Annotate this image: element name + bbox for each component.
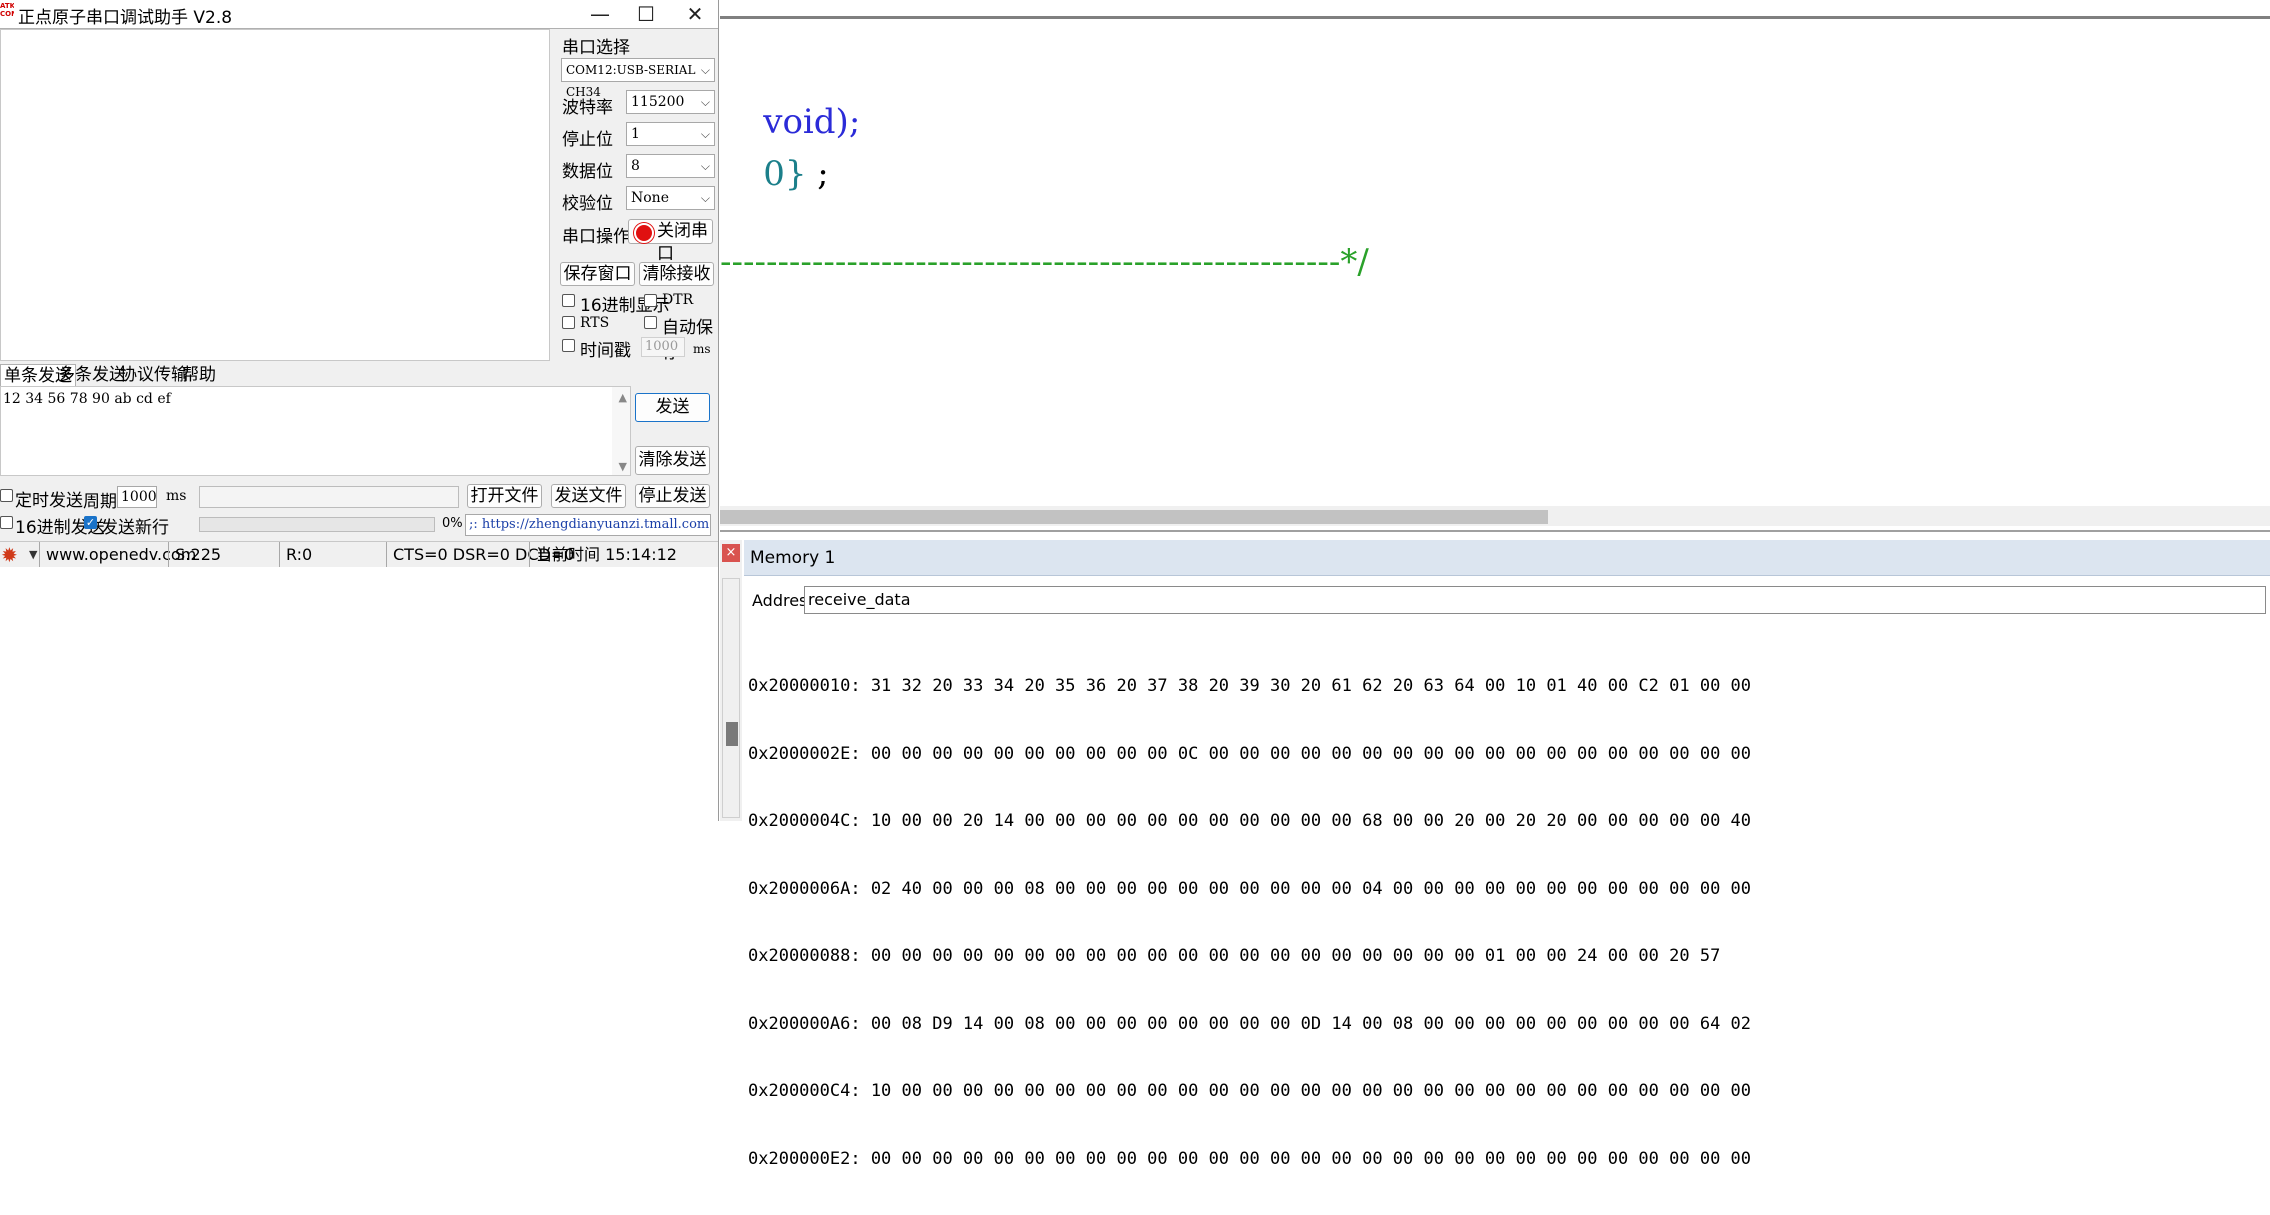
serial-assistant-window: ATK COM 正点原子串口调试助手 V2.8 — ☐ ✕ 串口选择 COM12… bbox=[0, 0, 719, 821]
baud-select[interactable]: 115200 ⌵ bbox=[626, 90, 715, 114]
memory-row: 0x20000088: 00 00 00 00 00 00 00 00 00 0… bbox=[748, 946, 1721, 966]
period-input[interactable]: 1000 bbox=[117, 486, 157, 508]
port-section-label: 串口选择 bbox=[562, 38, 630, 58]
send-text: 12 34 56 78 90 ab cd ef bbox=[3, 391, 171, 407]
dtr-label: DTR bbox=[662, 292, 694, 308]
newline-label: 发送新行 bbox=[101, 518, 169, 538]
timestamp-label: 时间戳 bbox=[580, 341, 631, 361]
editor-scroll-thumb[interactable] bbox=[720, 510, 1548, 524]
title-bar[interactable]: ATK COM 正点原子串口调试助手 V2.8 — ☐ ✕ bbox=[0, 0, 718, 29]
chevron-down-icon: ⌵ bbox=[700, 127, 710, 141]
maximize-icon[interactable]: ☐ bbox=[623, 0, 669, 28]
website-link[interactable]: ;: https://zhengdianyuanzi.tmall.com bbox=[465, 514, 711, 536]
code-punct: ; bbox=[806, 154, 829, 194]
close-port-button[interactable]: 关闭串口 bbox=[628, 219, 713, 264]
status-sent-count: S:225 bbox=[168, 542, 279, 568]
status-received-count: R:0 bbox=[279, 542, 386, 568]
timed-send-checkbox[interactable] bbox=[0, 489, 13, 502]
memory-row: 0x200000E2: 00 00 00 00 00 00 00 00 00 0… bbox=[748, 1148, 1752, 1169]
autosave-checkbox[interactable] bbox=[644, 316, 657, 329]
parity-select[interactable]: None ⌵ bbox=[626, 186, 715, 210]
memory-row: 0x2000004C: 10 00 00 20 14 00 00 00 00 0… bbox=[748, 811, 1752, 831]
scroll-up-icon[interactable]: ▲ bbox=[619, 391, 627, 404]
editor-divider bbox=[720, 530, 2270, 532]
save-window-button[interactable]: 保存窗口 bbox=[560, 262, 635, 286]
send-scrollbar[interactable]: ▲ ▼ bbox=[612, 387, 630, 475]
hex-display-checkbox[interactable] bbox=[562, 294, 575, 307]
memory-row: 0x20000010: 31 32 20 33 34 20 35 36 20 3… bbox=[748, 676, 1752, 696]
app-logo-icon: ATK COM bbox=[0, 2, 14, 18]
send-file-button[interactable]: 发送文件 bbox=[551, 484, 626, 508]
baud-label: 波特率 bbox=[562, 98, 613, 118]
tab-help[interactable]: 帮助 bbox=[179, 364, 219, 386]
code-comment: ----------------------------------------… bbox=[720, 242, 1369, 282]
status-bar: ✹ ▼ www.openedv.com S:225 R:0 CTS=0 DSR=… bbox=[0, 541, 718, 568]
parity-label: 校验位 bbox=[562, 194, 613, 214]
status-line-signals: CTS=0 DSR=0 DCD=0 bbox=[386, 542, 574, 568]
memory-rows: 0x20000010: 31 32 20 33 34 20 35 36 20 3… bbox=[748, 630, 1751, 1215]
scroll-down-icon[interactable]: ▼ bbox=[619, 460, 627, 473]
status-time: 当前时间 15:14:12 bbox=[529, 542, 718, 568]
memory-row: 0x2000006A: 02 40 00 00 00 08 00 00 00 0… bbox=[748, 878, 1752, 899]
stop-bits-value: 1 bbox=[631, 126, 640, 142]
open-file-button[interactable]: 打开文件 bbox=[467, 484, 542, 508]
send-progress-bar bbox=[199, 517, 435, 532]
chevron-down-icon: ⌵ bbox=[700, 191, 710, 205]
data-bits-value: 8 bbox=[631, 158, 640, 174]
status-website[interactable]: www.openedv.com bbox=[39, 542, 196, 568]
clear-receive-button[interactable]: 清除接收 bbox=[639, 262, 714, 286]
hex-send-checkbox[interactable] bbox=[0, 516, 13, 529]
memory-window: × Memory 1 Address: receive_data 0x20000… bbox=[720, 540, 2270, 1169]
newline-checkbox[interactable]: ✓ bbox=[84, 516, 97, 529]
editor-top-divider bbox=[720, 16, 2270, 19]
stop-bits-select[interactable]: 1 ⌵ bbox=[626, 122, 715, 146]
close-window-icon[interactable]: ✕ bbox=[672, 0, 718, 28]
receive-area[interactable] bbox=[0, 29, 550, 361]
window-background bbox=[0, 567, 718, 821]
send-input[interactable]: 12 34 56 78 90 ab cd ef ▲ ▼ bbox=[0, 386, 631, 476]
close-port-label: 关闭串口 bbox=[657, 221, 708, 264]
port-operation-label: 串口操作 bbox=[562, 227, 630, 247]
memory-scroll-thumb[interactable] bbox=[726, 722, 738, 746]
code-editor: void); 0} ; ----------------------------… bbox=[720, 0, 2270, 532]
timestamp-checkbox[interactable] bbox=[562, 339, 575, 352]
rts-checkbox[interactable] bbox=[562, 316, 575, 329]
code-line-initializer: 0} ; bbox=[720, 114, 829, 234]
stop-bits-label: 停止位 bbox=[562, 130, 613, 150]
memory-row: 0x200000A6: 00 08 D9 14 00 08 00 00 00 0… bbox=[748, 1013, 1752, 1034]
memory-row: 0x200000C4: 10 00 00 00 00 00 00 00 00 0… bbox=[748, 1081, 1752, 1101]
code-number: 0} bbox=[763, 154, 807, 194]
address-input[interactable]: receive_data bbox=[804, 586, 2266, 614]
port-select[interactable]: COM12:USB-SERIAL CH34 ⌵ bbox=[561, 58, 715, 99]
window-title: 正点原子串口调试助手 V2.8 bbox=[18, 8, 233, 28]
port-status-icon bbox=[634, 223, 654, 243]
timed-send-label: 定时发送 bbox=[15, 491, 83, 511]
period-unit: ms bbox=[166, 488, 187, 504]
gear-icon[interactable]: ✹ bbox=[1, 544, 18, 566]
stop-send-button[interactable]: 停止发送 bbox=[635, 484, 710, 508]
timestamp-unit: ms bbox=[693, 342, 711, 356]
dtr-checkbox[interactable] bbox=[644, 294, 657, 307]
baud-value: 115200 bbox=[631, 94, 685, 110]
progress-percent: 0% bbox=[442, 516, 463, 531]
send-button[interactable]: 发送 bbox=[635, 393, 710, 422]
clear-send-button[interactable]: 清除发送 bbox=[635, 446, 710, 475]
data-bits-select[interactable]: 8 ⌵ bbox=[626, 154, 715, 178]
chevron-down-icon: ⌵ bbox=[700, 95, 710, 109]
minimize-icon[interactable]: — bbox=[577, 0, 623, 28]
parity-value: None bbox=[631, 190, 669, 206]
memory-vertical-scrollbar[interactable] bbox=[722, 578, 740, 818]
chevron-down-icon: ⌵ bbox=[700, 63, 710, 77]
dropdown-arrow-icon[interactable]: ▼ bbox=[29, 542, 37, 568]
close-icon[interactable]: × bbox=[722, 544, 740, 562]
file-path-field[interactable] bbox=[199, 486, 459, 508]
chevron-down-icon: ⌵ bbox=[700, 159, 710, 173]
rts-label: RTS bbox=[580, 315, 610, 331]
memory-row: 0x2000002E: 00 00 00 00 00 00 00 00 00 0… bbox=[748, 743, 1752, 764]
memory-title: Memory 1 bbox=[744, 540, 2270, 576]
data-bits-label: 数据位 bbox=[562, 162, 613, 182]
timestamp-input[interactable]: 1000 bbox=[641, 337, 685, 357]
